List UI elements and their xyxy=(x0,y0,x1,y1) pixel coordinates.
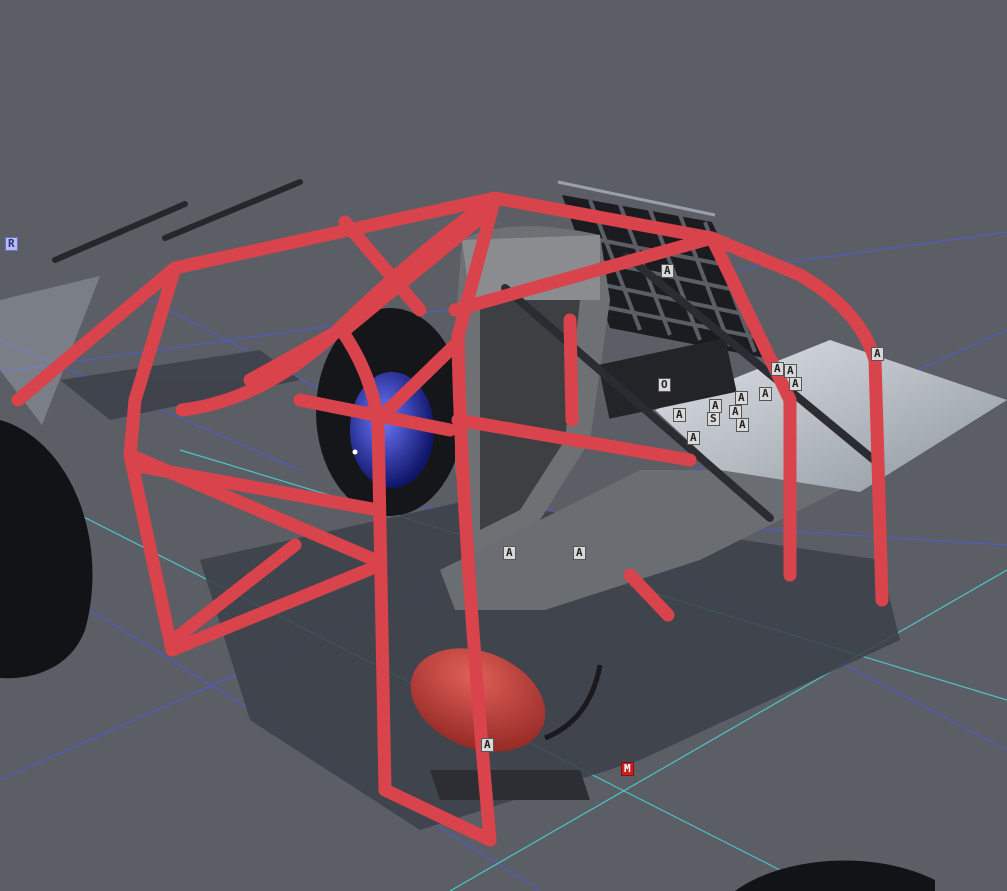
marker-r[interactable]: R xyxy=(5,237,18,251)
marker-s[interactable]: S xyxy=(707,412,720,426)
wheel-left xyxy=(0,420,93,679)
marker-a[interactable]: A xyxy=(481,738,494,752)
marker-m[interactable]: M xyxy=(621,762,634,776)
marker-a[interactable]: A xyxy=(871,347,884,361)
marker-a[interactable]: A xyxy=(729,405,742,419)
marker-a[interactable]: A xyxy=(735,391,748,405)
marker-a[interactable]: A xyxy=(789,377,802,391)
marker-a[interactable]: A xyxy=(771,362,784,376)
wheel-bottom-right xyxy=(735,860,935,891)
marker-a[interactable]: A xyxy=(661,264,674,278)
marker-a[interactable]: A xyxy=(709,399,722,413)
marker-a[interactable]: A xyxy=(573,546,586,560)
marker-a[interactable]: A xyxy=(736,418,749,432)
3d-viewport[interactable]: R A A O A A A A A A A S A A A A A A M xyxy=(0,0,1007,891)
marker-a[interactable]: A xyxy=(503,546,516,560)
hub-highlight xyxy=(352,449,358,455)
marker-a[interactable]: A xyxy=(784,364,797,378)
rollcage-scene xyxy=(0,179,1007,891)
marker-a[interactable]: A xyxy=(687,431,700,445)
marker-a[interactable]: A xyxy=(759,387,772,401)
marker-o[interactable]: O xyxy=(658,378,671,392)
marker-a[interactable]: A xyxy=(673,408,686,422)
